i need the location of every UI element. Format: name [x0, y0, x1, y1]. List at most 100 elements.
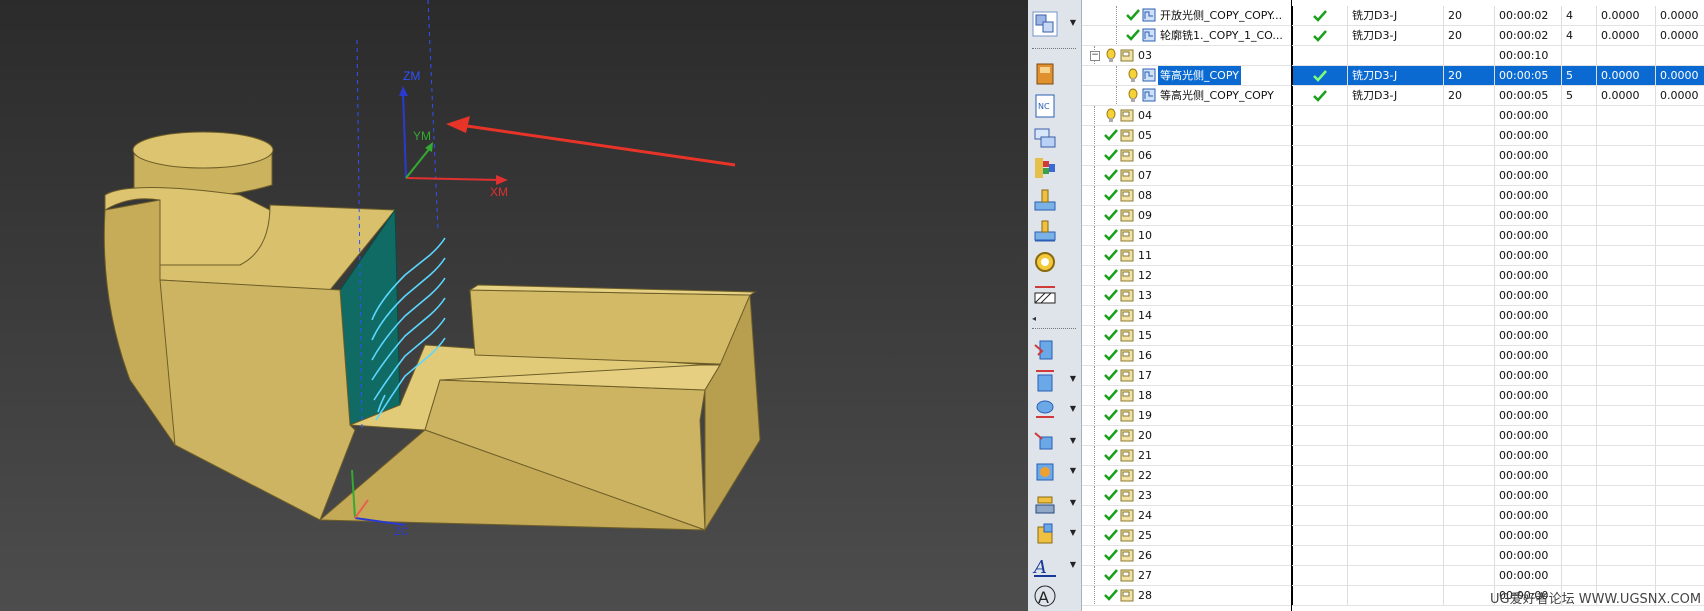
- operation-name[interactable]: 10: [1136, 226, 1154, 245]
- operation-row[interactable]: 10 00:00:00: [1082, 226, 1704, 246]
- toolbar-item-method[interactable]: [1032, 154, 1076, 182]
- toolbar-item-shop-doc[interactable]: ▼: [1032, 428, 1076, 456]
- operation-name[interactable]: 09: [1136, 206, 1154, 225]
- tool-number-cell: [1443, 526, 1494, 545]
- operation-row[interactable]: 12 00:00:00: [1082, 266, 1704, 286]
- tree-guide: [1094, 286, 1095, 305]
- operation-row[interactable]: 轮廓铣1._COPY_1_CO... 铣刀D3-J 20 00:00:02 4 0.000…: [1082, 26, 1704, 46]
- operation-name[interactable]: 开放光侧_COPY_COPY...: [1158, 6, 1284, 25]
- operation-row[interactable]: 04 00:00:00: [1082, 106, 1704, 126]
- operation-row[interactable]: 27 00:00:00: [1082, 566, 1704, 586]
- toolbar-item-nc-program[interactable]: NC: [1032, 92, 1076, 120]
- toolbar-item-text[interactable]: A ▼: [1032, 552, 1076, 580]
- operation-row[interactable]: 19 00:00:00: [1082, 406, 1704, 426]
- part-model-view[interactable]: ZM YM XM ZC: [0, 0, 1028, 611]
- operation-name[interactable]: 等高光侧_COPY: [1158, 66, 1241, 85]
- operation-row[interactable]: 05 00:00:00: [1082, 126, 1704, 146]
- operation-name[interactable]: 25: [1136, 526, 1154, 545]
- tool-number-cell: [1443, 286, 1494, 305]
- tree-cell: 10: [1082, 226, 1292, 245]
- operation-row[interactable]: 13 00:00:00: [1082, 286, 1704, 306]
- operation-row[interactable]: 25 00:00:00: [1082, 526, 1704, 546]
- toolbar-item-generate[interactable]: [1032, 336, 1076, 364]
- toolbar-item-tool[interactable]: [1032, 248, 1076, 276]
- operation-name[interactable]: 等高光侧_COPY_COPY: [1158, 86, 1276, 105]
- operation-row[interactable]: 24 00:00:00: [1082, 506, 1704, 526]
- toolbar-item-create-operation[interactable]: ▼: [1032, 10, 1076, 38]
- operation-name[interactable]: 12: [1136, 266, 1154, 285]
- operation-name[interactable]: 17: [1136, 366, 1154, 385]
- stock-cell: [1596, 486, 1655, 505]
- operation-name[interactable]: 03: [1136, 46, 1154, 65]
- operation-name[interactable]: 11: [1136, 246, 1154, 265]
- toolbar-item-verify[interactable]: [1032, 280, 1076, 308]
- chevron-down-icon: ▼: [1069, 18, 1076, 27]
- toolbar-item-postprocess[interactable]: ▼: [1032, 396, 1076, 424]
- operation-row[interactable]: 06 00:00:00: [1082, 146, 1704, 166]
- program-folder-icon: [1120, 148, 1134, 165]
- operation-row[interactable]: 17 00:00:00: [1082, 366, 1704, 386]
- toolbar-item-machine[interactable]: [1032, 60, 1076, 88]
- time-cell: 00:00:02: [1494, 6, 1561, 25]
- operation-row[interactable]: 14 00:00:00: [1082, 306, 1704, 326]
- toolbar-item-inspect[interactable]: A: [1032, 582, 1076, 610]
- operation-name[interactable]: 18: [1136, 386, 1154, 405]
- operation-name[interactable]: 13: [1136, 286, 1154, 305]
- tree-guide: [1094, 426, 1095, 445]
- operation-row[interactable]: 11 00:00:00: [1082, 246, 1704, 266]
- status-check-icon: [1104, 528, 1118, 545]
- tool-cell: [1347, 226, 1443, 245]
- operation-name[interactable]: 06: [1136, 146, 1154, 165]
- operation-row[interactable]: 23 00:00:00: [1082, 486, 1704, 506]
- tool-cell: [1347, 426, 1443, 445]
- operation-row[interactable]: 16 00:00:00: [1082, 346, 1704, 366]
- operation-name[interactable]: 20: [1136, 426, 1154, 445]
- operation-row[interactable]: 20 00:00:00: [1082, 426, 1704, 446]
- operation-name[interactable]: 21: [1136, 446, 1154, 465]
- operation-row[interactable]: 等高光侧_COPY_COPY 铣刀D3-J 20 00:00:05 5 0.0000 0.0…: [1082, 86, 1704, 106]
- operation-navigator[interactable]: 开放光侧_COPY_COPY... 铣刀D3-J 20 00:00:02 4 0.0000…: [1082, 0, 1704, 611]
- operation-row[interactable]: 21 00:00:00: [1082, 446, 1704, 466]
- operation-row[interactable]: 15 00:00:00: [1082, 326, 1704, 346]
- operation-name[interactable]: 27: [1136, 566, 1154, 585]
- toolbar-item-verify-toolpath[interactable]: ▼: [1032, 366, 1076, 394]
- operation-name[interactable]: 26: [1136, 546, 1154, 565]
- operation-name[interactable]: 05: [1136, 126, 1154, 145]
- operation-name[interactable]: 28: [1136, 586, 1154, 605]
- toolbar-item-mcs[interactable]: [1032, 186, 1076, 214]
- operation-name[interactable]: 23: [1136, 486, 1154, 505]
- operation-name[interactable]: 07: [1136, 166, 1154, 185]
- operation-row[interactable]: 08 00:00:00: [1082, 186, 1704, 206]
- collapse-icon[interactable]: −: [1090, 51, 1100, 61]
- operation-row[interactable]: 18 00:00:00: [1082, 386, 1704, 406]
- operation-row[interactable]: − 03 00:00:10: [1082, 46, 1704, 66]
- tool-cell: [1347, 506, 1443, 525]
- toolbar-item-toolpath-edit[interactable]: ▼: [1032, 520, 1076, 548]
- toolbar-item-machine-control[interactable]: ▼: [1032, 490, 1076, 518]
- operation-name[interactable]: 19: [1136, 406, 1154, 425]
- time-cell: 00:00:00: [1494, 506, 1561, 525]
- toolbar-item-copy-view[interactable]: [1032, 124, 1076, 152]
- collapse-arrow-icon[interactable]: ◂: [1032, 314, 1036, 323]
- floor-stock-cell: [1655, 346, 1704, 365]
- operation-row[interactable]: 开放光侧_COPY_COPY... 铣刀D3-J 20 00:00:02 4 0.0000…: [1082, 6, 1704, 26]
- operation-row[interactable]: 09 00:00:00: [1082, 206, 1704, 226]
- operation-row[interactable]: 26 00:00:00: [1082, 546, 1704, 566]
- toolbar-item-feeds[interactable]: ▼: [1032, 458, 1076, 486]
- operation-name[interactable]: 08: [1136, 186, 1154, 205]
- operation-row[interactable]: 等高光侧_COPY 铣刀D3-J 20 00:00:05 5 0.0000 0.0000: [1082, 66, 1704, 86]
- part-model[interactable]: [103, 131, 761, 532]
- operation-row[interactable]: 07 00:00:00: [1082, 166, 1704, 186]
- operation-row[interactable]: 22 00:00:00: [1082, 466, 1704, 486]
- operation-name[interactable]: 15: [1136, 326, 1154, 345]
- graphics-viewport[interactable]: ZM YM XM ZC: [0, 0, 1028, 611]
- tool-number-cell: [1443, 46, 1494, 65]
- operation-name[interactable]: 16: [1136, 346, 1154, 365]
- operation-name[interactable]: 轮廓铣1._COPY_1_CO...: [1158, 26, 1285, 45]
- tool-cell: [1347, 266, 1443, 285]
- operation-name[interactable]: 22: [1136, 466, 1154, 485]
- operation-name[interactable]: 04: [1136, 106, 1154, 125]
- operation-name[interactable]: 24: [1136, 506, 1154, 525]
- operation-name[interactable]: 14: [1136, 306, 1154, 325]
- toolbar-item-workpiece[interactable]: [1032, 216, 1076, 244]
